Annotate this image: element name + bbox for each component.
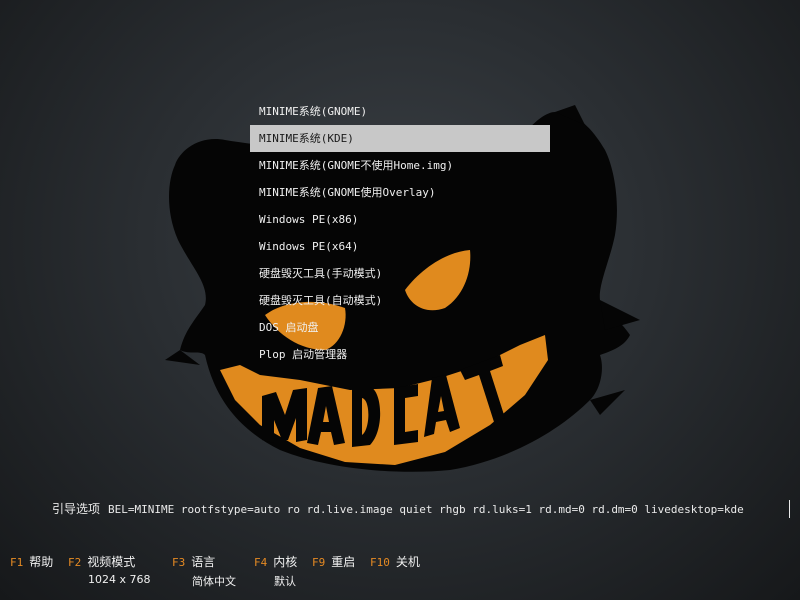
fkey-value: 默认: [274, 575, 296, 588]
boot-options-label: 引导选项: [52, 502, 101, 516]
menu-item-minime-gnome-no-home[interactable]: MINIME系统(GNOME不使用Home.img): [250, 152, 550, 179]
fkey-label: 帮助: [29, 555, 54, 569]
boot-options-row: 引导选项 BEL=MINIME rootfstype=auto ro rd.li…: [0, 499, 800, 521]
menu-item-dos-boot[interactable]: DOS 启动盘: [250, 314, 550, 341]
fkey-label: 内核: [273, 555, 298, 569]
menu-item-disk-wipe-auto[interactable]: 硬盘毁灭工具(自动模式): [250, 287, 550, 314]
fkey-key: F1: [10, 556, 24, 569]
fkey-key: F3: [172, 556, 186, 569]
fkey-value: 简体中文: [192, 575, 236, 588]
fkey-label: 重启: [331, 555, 356, 569]
fkey-key: F4: [254, 556, 268, 569]
fkey-label: 关机: [395, 555, 420, 569]
menu-item-plop-boot-manager[interactable]: Plop 启动管理器: [250, 341, 550, 368]
menu-item-minime-kde[interactable]: MINIME系统(KDE): [250, 125, 550, 152]
menu-item-windows-pe-x86[interactable]: Windows PE(x86): [250, 206, 550, 233]
boot-options-input[interactable]: BEL=MINIME rootfstype=auto ro rd.live.im…: [108, 499, 790, 521]
menu-item-windows-pe-x64[interactable]: Windows PE(x64): [250, 233, 550, 260]
fkey-f10-shutdown[interactable]: F10 关机: [370, 553, 420, 570]
fkey-f2-video-mode[interactable]: F2 视频模式 1024 x 768: [68, 553, 151, 586]
fkey-f3-language[interactable]: F3 语言 简体中文: [172, 553, 236, 588]
fkey-f1-help[interactable]: F1 帮助: [10, 553, 53, 570]
fkey-f4-kernel[interactable]: F4 内核 默认: [254, 553, 298, 588]
text-cursor: [789, 500, 790, 518]
fkey-label: 视频模式: [87, 555, 136, 569]
fkey-key: F10: [370, 556, 390, 569]
menu-item-minime-gnome-overlay[interactable]: MINIME系统(GNOME使用Overlay): [250, 179, 550, 206]
fkey-value: 1024 x 768: [88, 573, 151, 586]
fkey-label: 语言: [191, 555, 216, 569]
fkey-f9-reboot[interactable]: F9 重启: [312, 553, 355, 570]
boot-menu: MINIME系统(GNOME) MINIME系统(KDE) MINIME系统(G…: [250, 98, 550, 368]
fkey-key: F9: [312, 556, 326, 569]
fkey-key: F2: [68, 556, 82, 569]
function-key-bar: F1 帮助 F2 视频模式 1024 x 768 F3 语言 简体中文 F4 内核 默认…: [0, 553, 800, 593]
menu-item-minime-gnome[interactable]: MINIME系统(GNOME): [250, 98, 550, 125]
menu-item-disk-wipe-manual[interactable]: 硬盘毁灭工具(手动模式): [250, 260, 550, 287]
